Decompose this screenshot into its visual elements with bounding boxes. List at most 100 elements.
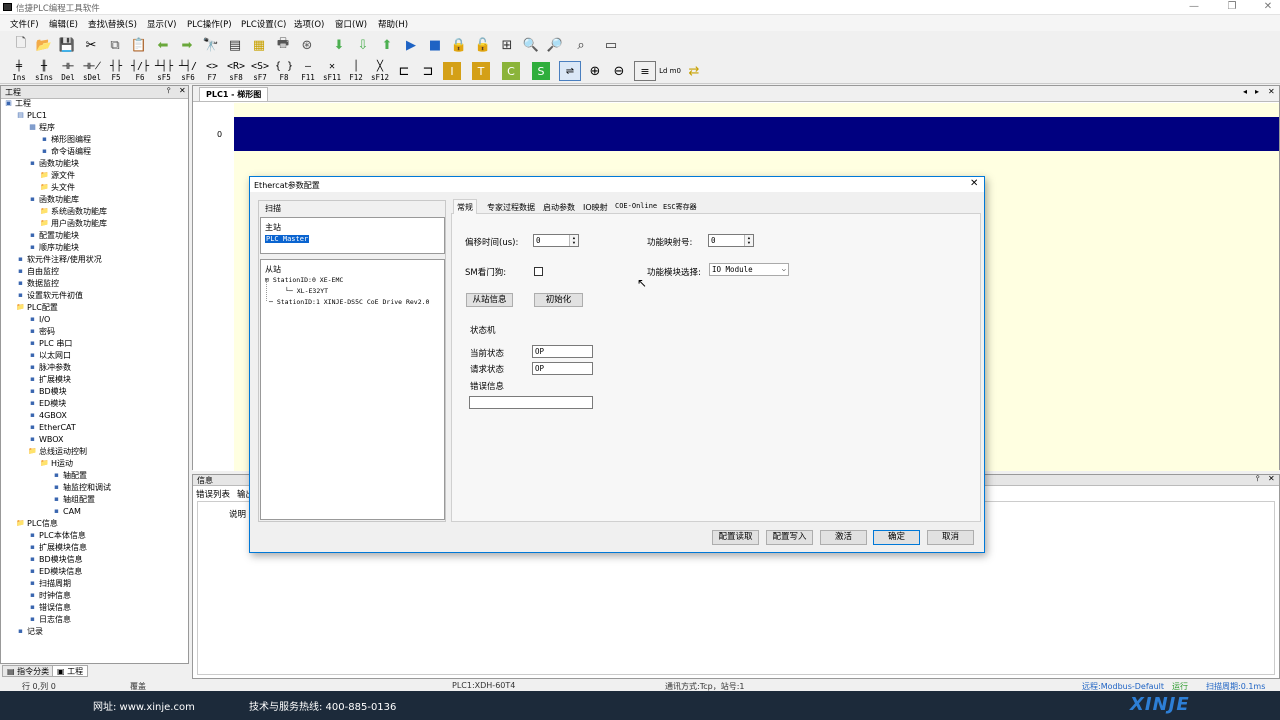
nc-contact-button[interactable]: ┤/├ F6 <box>129 60 151 84</box>
tree-item[interactable]: 📁 头文件 <box>40 182 75 194</box>
download-all-icon[interactable]: ⇩ <box>354 36 372 54</box>
tree-item[interactable]: ▪ 时钟信息 <box>28 590 71 602</box>
master-item[interactable]: PLC Master <box>265 235 310 243</box>
parallel-nc-button[interactable]: ┴┤/sF6 <box>177 60 199 84</box>
compile-icon[interactable]: ⊛ <box>298 36 316 54</box>
menu-edit[interactable]: 编辑(E) <box>49 18 78 30</box>
print-preview-icon[interactable]: ▦ <box>250 36 268 54</box>
reset-coil-button[interactable]: <S> sF7 <box>249 60 271 84</box>
tree-item[interactable]: ▪ 扩展模块 <box>28 374 71 386</box>
insert-column-button[interactable]: ╫ sIns <box>33 60 55 84</box>
menu-find-replace[interactable]: 查找\替换(S) <box>88 18 137 30</box>
request-state-field[interactable]: OP <box>532 362 593 375</box>
config-read-button[interactable]: 配置读取 <box>712 530 759 545</box>
menu-window[interactable]: 窗口(W) <box>335 18 367 30</box>
slave-item[interactable]: ⊟ StationID:0 XE-EMC <box>265 276 343 284</box>
hline-button[interactable]: — F11 <box>297 60 319 84</box>
delete-vline-button[interactable]: ╳ sF12 <box>369 60 391 84</box>
menu-help[interactable]: 帮助(H) <box>378 18 408 30</box>
tree-item[interactable]: ▪ WBOX <box>28 434 63 446</box>
info-close-icon[interactable]: ✕ <box>1268 474 1275 483</box>
insert-state-icon[interactable]: S <box>532 62 550 80</box>
tree-item[interactable]: 📁 源文件 <box>40 170 75 182</box>
zoom-in-icon[interactable]: ⊕ <box>586 62 604 80</box>
menu-view[interactable]: 显示(V) <box>147 18 176 30</box>
tree-item[interactable]: ▪ 密码 <box>28 326 55 338</box>
ok-button[interactable]: 确定 <box>873 530 920 545</box>
tab-plc1-ladder[interactable]: PLC1 - 梯形图 <box>199 87 269 101</box>
pin-icon[interactable]: ⫯ <box>167 86 170 96</box>
slave-item[interactable]: ─ StationID:1 XINJE-DS5C CoE Drive Rev2.… <box>269 298 429 306</box>
tab-scroll-right-icon[interactable]: ▸ <box>1255 87 1259 96</box>
slave-module-item[interactable]: └─ XL-E32YT <box>285 287 328 295</box>
tree-item[interactable]: ▪ 扫描周期 <box>28 578 71 590</box>
tree-item[interactable]: ▪ I/O <box>28 314 50 326</box>
dialog-close-icon[interactable]: ✕ <box>970 178 978 189</box>
tree-item[interactable]: ▪ 日志信息 <box>28 614 71 626</box>
slave-info-button[interactable]: 从站信息 <box>466 293 513 307</box>
paste-icon[interactable]: 📋 <box>130 36 148 54</box>
ld-mode-icon[interactable]: Ld m0 <box>659 61 681 81</box>
ladder-view-icon[interactable]: ⇌ <box>559 61 581 81</box>
tree-item[interactable]: ▪ 命令语编程 <box>40 146 91 158</box>
tree-item[interactable]: ▪ ED模块信息 <box>28 566 82 578</box>
tree-item[interactable]: ▪ 错误信息 <box>28 602 71 614</box>
tree-item[interactable]: ▪ 脉冲参数 <box>28 362 71 374</box>
tree-item[interactable]: ▪ 记录 <box>16 626 43 638</box>
copy-icon[interactable]: ⧉ <box>106 36 124 54</box>
vline-button[interactable]: │ F12 <box>345 60 367 84</box>
func-map-input[interactable]: 0 ▲ ▼ <box>708 234 754 247</box>
tree-item[interactable]: 📁 总线运动控制 <box>28 446 87 458</box>
upload-icon[interactable]: ⬆ <box>378 36 396 54</box>
init-button[interactable]: 初始化 <box>534 293 583 307</box>
tree-item[interactable]: ▪ 轴组配置 <box>52 494 95 506</box>
monitor-table-icon[interactable]: ⊞ <box>498 36 516 54</box>
config-write-button[interactable]: 配置写入 <box>766 530 813 545</box>
cancel-button[interactable]: 取消 <box>927 530 974 545</box>
tree-item[interactable]: ▪ 以太网口 <box>28 350 71 362</box>
tree-item[interactable]: ▪ CAM <box>52 506 81 518</box>
download-icon[interactable]: ⬇ <box>330 36 348 54</box>
close-window-button[interactable]: ✕ <box>1258 1 1278 12</box>
tab-general[interactable]: 常规 <box>453 199 477 214</box>
new-file-icon[interactable]: 🗋 <box>12 36 30 54</box>
menu-file[interactable]: 文件(F) <box>10 18 39 30</box>
delete-hline-button[interactable]: ✕ sF11 <box>321 60 343 84</box>
minimize-button[interactable]: — <box>1184 1 1204 12</box>
print-icon[interactable]: 🖶 <box>274 36 292 54</box>
insert-counter-icon[interactable]: C <box>502 62 520 80</box>
tab-project[interactable]: ▣ 工程 <box>52 665 89 677</box>
zoom-in-page-icon[interactable]: 🔍 <box>522 36 540 54</box>
tree-item[interactable]: 📁 PLC信息 <box>16 518 58 530</box>
rise-edge-icon[interactable]: ⊏ <box>395 62 413 80</box>
cut-icon[interactable]: ✂ <box>82 36 100 54</box>
convert-icon[interactable]: ⇄ <box>685 62 703 80</box>
menu-options[interactable]: 选项(O) <box>294 18 324 30</box>
tab-error-list[interactable]: 错误列表 <box>196 488 230 500</box>
tree-item[interactable]: ▪ 软元件注释/使用状况 <box>16 254 102 266</box>
tree-item[interactable]: ▪ ED模块 <box>28 398 66 410</box>
tree-item[interactable]: ▪ 配置功能块 <box>28 230 79 242</box>
tree-item[interactable]: ▪ PLC本体信息 <box>28 530 86 542</box>
no-contact-button[interactable]: ┤├ F5 <box>105 60 127 84</box>
tree-item[interactable]: ▪ 函数功能块 <box>28 158 79 170</box>
save-icon[interactable]: 💾 <box>58 36 76 54</box>
replace-icon[interactable]: ▤ <box>226 36 244 54</box>
tree-item[interactable]: ▪ PLC 串口 <box>28 338 72 350</box>
zoom-out-page-icon[interactable]: 🔎 <box>546 36 564 54</box>
maximize-button[interactable]: ❐ <box>1222 1 1242 12</box>
selected-rung[interactable] <box>234 117 1279 151</box>
editor-close-icon[interactable]: ✕ <box>1268 87 1275 96</box>
instruction-button[interactable]: { } F8 <box>273 60 295 84</box>
tree-item[interactable]: ▣ 工程 <box>4 98 31 110</box>
tree-item[interactable]: ▪ 数据监控 <box>16 278 59 290</box>
insert-timer-icon[interactable]: T <box>472 62 490 80</box>
tree-item[interactable]: ▪ 自由监控 <box>16 266 59 278</box>
delete-column-button[interactable]: ⊣⊬ sDel <box>81 60 103 84</box>
insert-instruction-icon[interactable]: I <box>443 62 461 80</box>
activate-button[interactable]: 激活 <box>820 530 867 545</box>
tree-item[interactable]: ▪ 函数功能库 <box>28 194 79 206</box>
parallel-no-button[interactable]: ┴┤├ sF5 <box>153 60 175 84</box>
tree-item[interactable]: ▪ 顺序功能块 <box>28 242 79 254</box>
tree-item[interactable]: ▪ EtherCAT <box>28 422 76 434</box>
